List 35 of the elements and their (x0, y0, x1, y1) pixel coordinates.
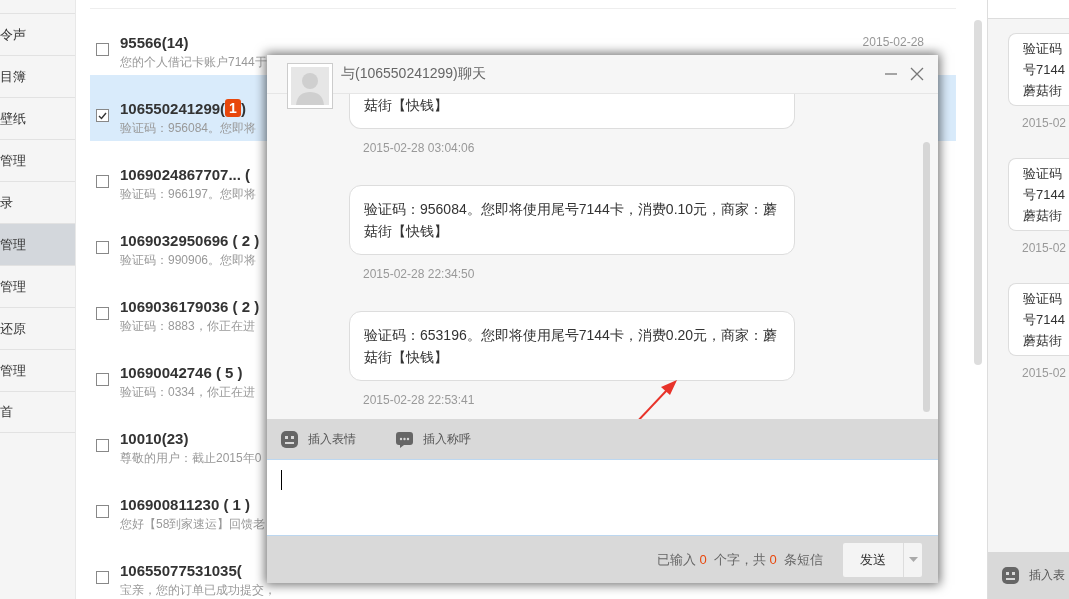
message-bubble: 验证码 号7144 蘑菇街 (1008, 283, 1069, 356)
thread-preview: 尊敬的用户：截止2015年0 (120, 450, 262, 466)
unread-badge: 1 (225, 99, 241, 117)
thread-preview: 您的个人借记卡账户7144于 (120, 54, 267, 70)
thread-title-end: ) (240, 99, 246, 117)
thread-preview: 验证码：990906。您即将 (120, 252, 257, 268)
message-time: 2015-02-28 22:34:50 (363, 267, 476, 281)
message-bubble: 菇街【快钱】 (349, 94, 795, 129)
thread-title: 95566(14) (120, 33, 189, 51)
thread-title: 1069036179036 ( 2 ) (120, 297, 260, 315)
thread-preview: 验证码：8883，你正在进 (120, 318, 255, 334)
thread-title: 1069032950696 ( 2 ) (120, 231, 260, 249)
thread-preview: 验证码：0334，你正在进 (120, 384, 255, 400)
message-bubble: 验证码 号7144 蘑菇街 (1008, 33, 1069, 106)
message-bubble: 验证码：956084。您即将使用尾号7144卡，消费0.10元，商家：蘑菇街【快钱】 (349, 185, 795, 255)
thread-preview: 验证码：956084。您即将 (120, 120, 257, 136)
thread-preview: 验证码：966197。您即将 (120, 186, 257, 202)
message-time: 2015-02 (1022, 116, 1068, 130)
thread-title: 10655077531035( (120, 561, 242, 579)
thread-date: 2015-02-28 (862, 35, 924, 49)
message-time: 2015-02 (1022, 241, 1068, 255)
message-time: 2015-02-28 22:53:41 (363, 393, 476, 407)
message-time: 2015-02-28 03:04:06 (363, 141, 476, 155)
message-bubble: 验证码 号7144 蘑菇街 (1008, 158, 1069, 231)
message-bubble: 验证码：653196。您即将使用尾号7144卡，消费0.20元，商家：蘑菇街【快钱】 (349, 311, 795, 381)
message-time: 2015-02 (1022, 366, 1068, 380)
character-counter: 已输入 0 个字，共 0 条短信 (656, 550, 823, 569)
thread-preview: 您好【58到家速运】回馈老 (120, 516, 266, 532)
thread-preview: 宝亲，您的订单已成功提交， (120, 582, 276, 598)
thread-title: 10690042746 ( 5 ) (120, 363, 243, 381)
thread-title: 10010(23) (120, 429, 189, 447)
thread-title: 1069024867707... ( (120, 165, 251, 183)
thread-title: 106900811230 ( 1 ) (120, 495, 251, 513)
thread-title: 106550241299( (120, 99, 226, 117)
dialog-title: 与(106550241299)聊天 (341, 65, 486, 83)
